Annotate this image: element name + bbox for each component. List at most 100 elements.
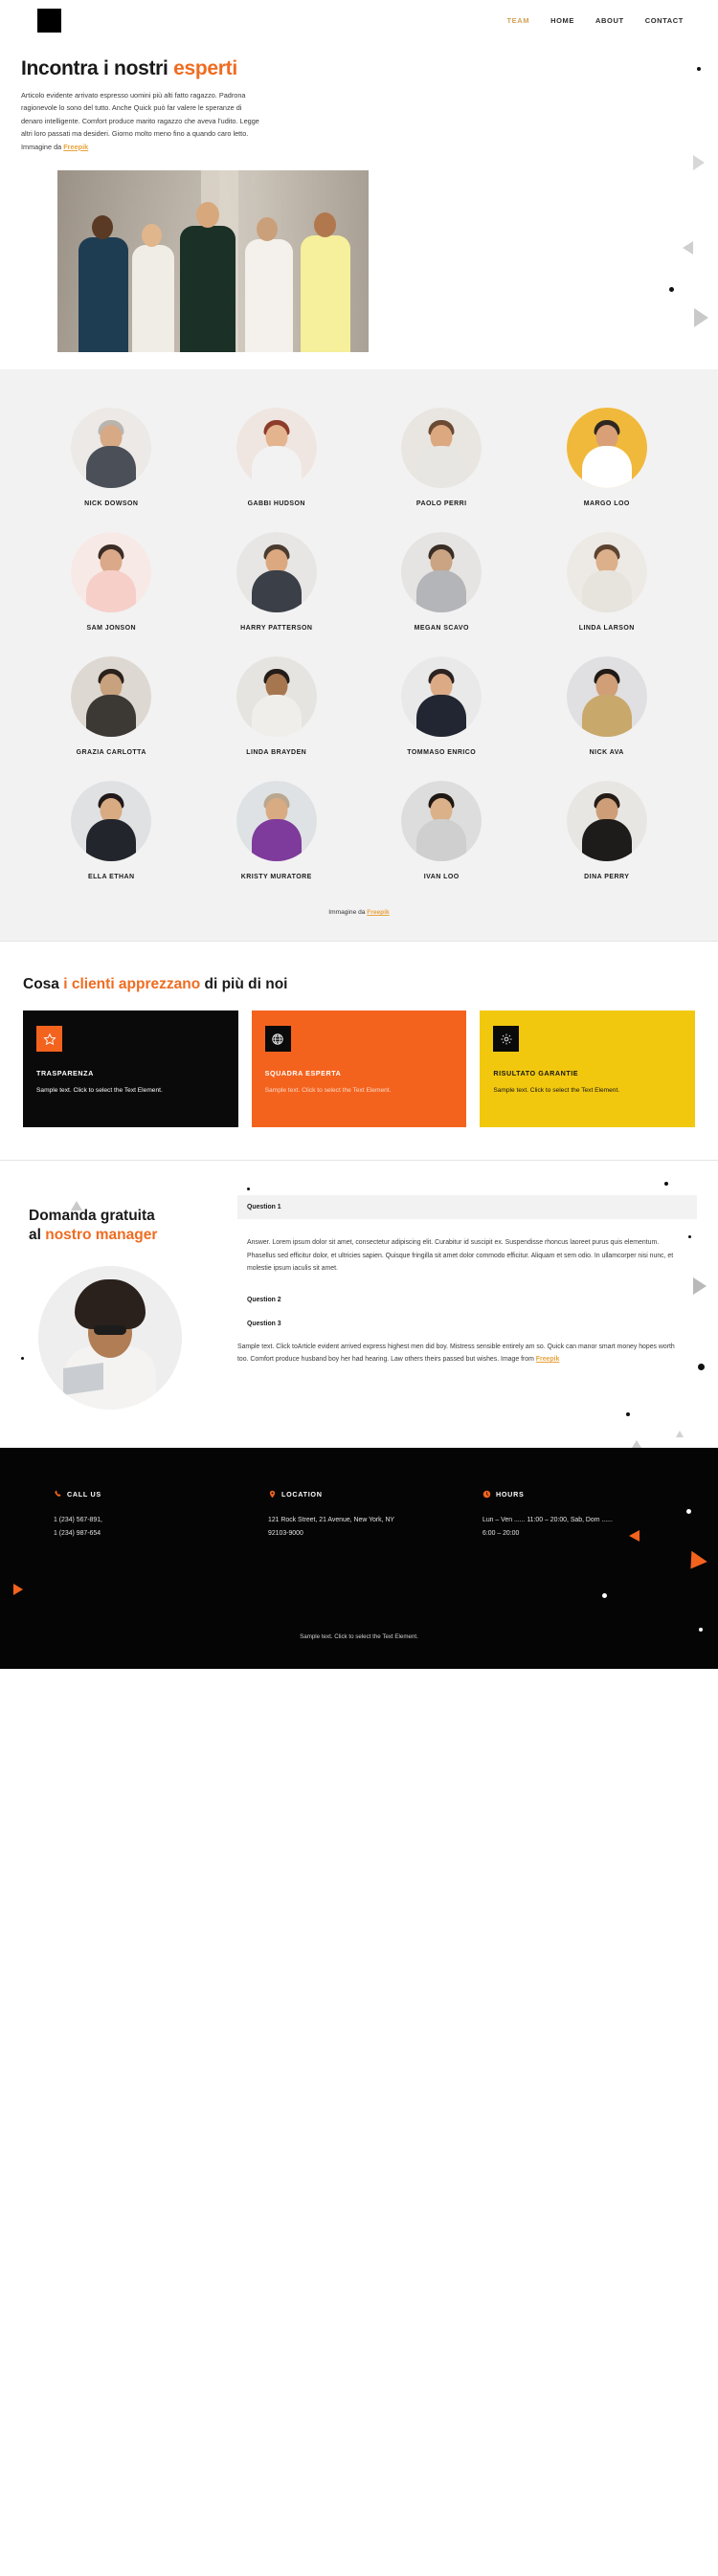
avatar xyxy=(566,532,647,613)
faq-question-3[interactable]: Question 3 xyxy=(237,1321,697,1327)
footer-column-hours: HOURS Lun – Ven ...... 11:00 – 20:00, Sa… xyxy=(482,1490,697,1540)
phone-line-1[interactable]: 1 (234) 567-891, xyxy=(54,1517,102,1523)
team-member[interactable]: DINA PERRY xyxy=(525,781,690,880)
team-member-name: HARRY PATTERSON xyxy=(240,625,313,633)
team-member[interactable]: MARGO LOO xyxy=(525,408,690,507)
footer-column-body: 1 (234) 567-891, 1 (234) 987-654 xyxy=(54,1514,197,1540)
avatar xyxy=(236,781,317,862)
decor-dot xyxy=(699,1628,703,1632)
faq-title: Domanda gratuita al nostro manager xyxy=(29,1207,220,1245)
team-member-name: DINA PERRY xyxy=(584,874,630,881)
decor-dot xyxy=(664,1182,668,1187)
benefit-card-title: TRASPARENZA xyxy=(36,1069,94,1078)
team-member[interactable]: NICK AVA xyxy=(525,656,690,756)
phone-line-2[interactable]: 1 (234) 987-654 xyxy=(54,1530,101,1537)
footer-column-header: HOURS xyxy=(482,1490,697,1499)
main-navigation: TEAM HOME ABOUT CONTACT xyxy=(506,16,684,25)
team-grid: NICK DOWSON GABBI HUDSON PAOLO PERRI MAR… xyxy=(0,408,718,880)
team-member-name: KRISTY MURATORE xyxy=(240,874,312,881)
hero-paragraph-text: Articolo evidente arrivato espresso uomi… xyxy=(21,91,259,151)
avatar xyxy=(71,532,152,613)
hero-image-content xyxy=(57,170,369,353)
footer-column-title: CALL US xyxy=(67,1490,101,1499)
benefits-title-part2: di più di noi xyxy=(200,976,288,993)
faq-freepik-link[interactable]: Freepik xyxy=(536,1356,560,1363)
team-member[interactable]: LINDA BRAYDEN xyxy=(194,656,360,756)
team-member-name: GRAZIA CARLOTTA xyxy=(76,749,146,757)
avatar xyxy=(71,781,152,862)
nav-item-home[interactable]: HOME xyxy=(550,16,574,25)
hero-paragraph: Articolo evidente arrivato espresso uomi… xyxy=(21,89,265,153)
faq-bottom-text-content: Sample text. Click toArticle evident arr… xyxy=(237,1343,675,1364)
team-freepik-link[interactable]: Freepik xyxy=(367,909,389,916)
decor-triangle xyxy=(683,1550,707,1575)
manager-photo xyxy=(38,1266,182,1410)
location-icon xyxy=(269,1490,276,1499)
faq-left-column: Domanda gratuita al nostro manager xyxy=(21,1189,220,1410)
footer-note: Sample text. Click to select the Text El… xyxy=(300,1632,418,1640)
decor-dot xyxy=(669,287,674,292)
avatar xyxy=(566,781,647,862)
benefit-card-title: RISULTATO GARANTIE xyxy=(493,1069,579,1078)
team-member[interactable]: KRISTY MURATORE xyxy=(194,781,360,880)
avatar xyxy=(236,408,317,489)
team-member[interactable]: NICK DOWSON xyxy=(29,408,194,507)
team-member[interactable]: GABBI HUDSON xyxy=(194,408,360,507)
team-member[interactable]: MEGAN SCAVO xyxy=(359,532,525,632)
avatar xyxy=(401,781,482,862)
team-member-name: TOMMASO ENRICO xyxy=(407,749,477,757)
faq-right-column: Question 1 Answer. Lorem ipsum dolor sit… xyxy=(237,1189,697,1410)
team-member-name: GABBI HUDSON xyxy=(247,500,305,508)
decor-dot xyxy=(697,67,701,71)
logo-mark[interactable] xyxy=(37,8,61,33)
benefit-cards: TRASPARENZA Sample text. Click to select… xyxy=(0,1010,718,1128)
nav-item-team[interactable]: TEAM xyxy=(506,16,529,25)
benefits-title-part1: Cosa xyxy=(23,976,64,993)
decor-triangle xyxy=(694,308,708,327)
team-member[interactable]: LINDA LARSON xyxy=(525,532,690,632)
avatar xyxy=(236,532,317,613)
team-member[interactable]: ELLA ETHAN xyxy=(29,781,194,880)
team-member-name: LINDA LARSON xyxy=(578,625,635,633)
faq-section: Domanda gratuita al nostro manager Quest… xyxy=(0,1160,718,1449)
avatar xyxy=(236,656,317,738)
nav-item-contact[interactable]: CONTACT xyxy=(645,16,684,25)
team-member-name: IVAN LOO xyxy=(423,874,460,881)
nav-item-about[interactable]: ABOUT xyxy=(595,16,624,25)
footer-column-body: 121 Rock Street, 21 Avenue, New York, NY… xyxy=(268,1517,394,1537)
benefit-card-text: Sample text. Click to select the Text El… xyxy=(264,1087,392,1095)
faq-question-1[interactable]: Question 1 xyxy=(237,1195,697,1220)
hero-freepik-link[interactable]: Freepik xyxy=(63,143,88,151)
team-member[interactable]: IVAN LOO xyxy=(359,781,525,880)
faq-question-2[interactable]: Question 2 xyxy=(237,1297,697,1303)
footer-column-title: LOCATION xyxy=(281,1490,323,1499)
avatar xyxy=(71,408,152,489)
footer-columns: CALL US 1 (234) 567-891, 1 (234) 987-654… xyxy=(0,1490,718,1540)
team-image-credit: Immagine da Freepik xyxy=(0,909,718,922)
team-member[interactable]: HARRY PATTERSON xyxy=(194,532,360,632)
hero-image xyxy=(57,170,369,353)
footer-column-header: LOCATION xyxy=(268,1490,482,1499)
benefit-card-expert-team[interactable]: SQUADRA ESPERTA Sample text. Click to se… xyxy=(251,1010,467,1128)
team-member[interactable]: PAOLO PERRI xyxy=(359,408,525,507)
avatar xyxy=(401,656,482,738)
decor-triangle xyxy=(13,1584,23,1596)
faq-title-line2-plain: al xyxy=(29,1227,46,1244)
team-member[interactable]: GRAZIA CARLOTTA xyxy=(29,656,194,756)
team-member-name: LINDA BRAYDEN xyxy=(246,749,307,757)
team-member[interactable]: TOMMASO ENRICO xyxy=(359,656,525,756)
footer-column-location: LOCATION 121 Rock Street, 21 Avenue, New… xyxy=(268,1490,482,1540)
benefit-card-transparency[interactable]: TRASPARENZA Sample text. Click to select… xyxy=(23,1010,238,1128)
team-member-name: NICK DOWSON xyxy=(84,500,139,508)
globe-icon xyxy=(264,1026,291,1053)
team-member[interactable]: SAM JONSON xyxy=(29,532,194,632)
decor-triangle xyxy=(693,155,705,170)
gear-icon xyxy=(493,1026,520,1053)
benefit-card-guaranteed-result[interactable]: RISULTATO GARANTIE Sample text. Click to… xyxy=(480,1010,695,1128)
page-title-plain: Incontra i nostri xyxy=(21,57,174,79)
star-icon xyxy=(36,1026,62,1053)
hero-section: Incontra i nostri esperti Articolo evide… xyxy=(0,40,718,353)
team-member-name: NICK AVA xyxy=(589,749,624,757)
faq-title-line2-accent: nostro manager xyxy=(45,1227,158,1244)
faq-title-line1: Domanda gratuita xyxy=(29,1208,155,1225)
